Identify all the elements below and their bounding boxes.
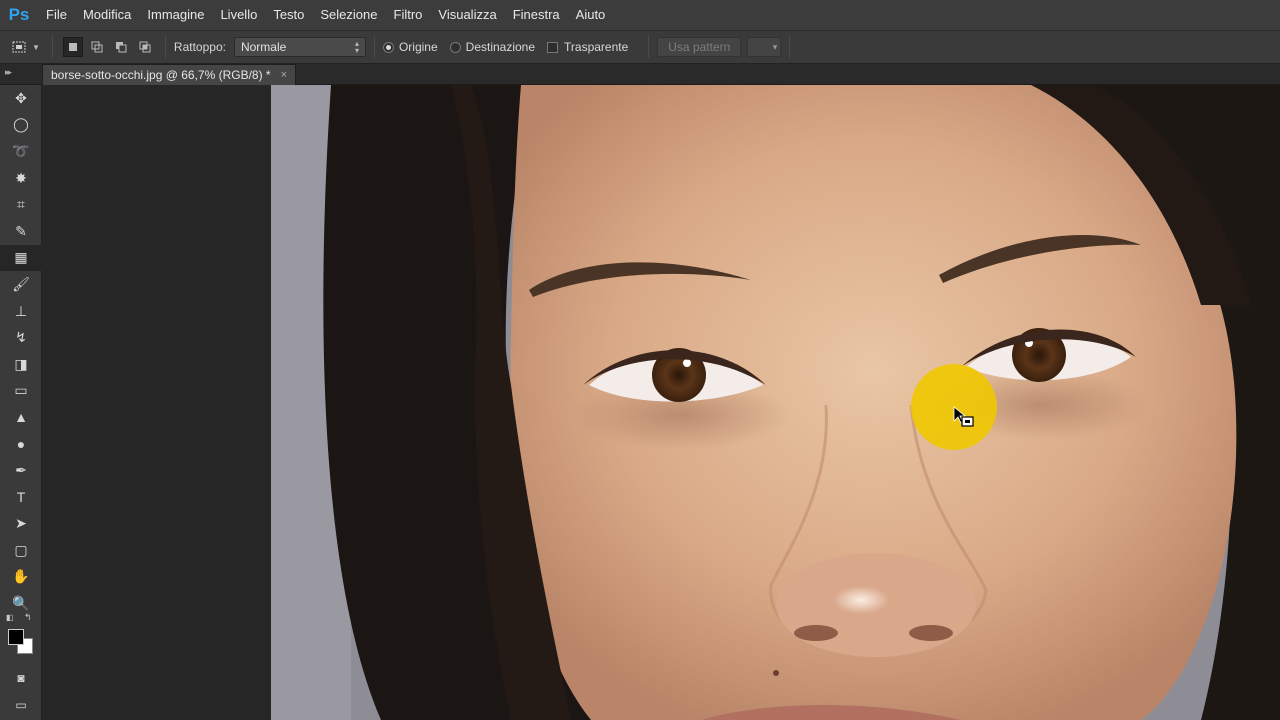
lasso-tool-icon[interactable]: ➰: [0, 138, 42, 165]
transparent-label: Trasparente: [564, 40, 629, 54]
patch-tool-icon[interactable]: ▦: [0, 244, 42, 272]
menu-testo[interactable]: Testo: [265, 0, 312, 30]
hand-tool-icon[interactable]: ✋: [0, 564, 42, 591]
mole: [773, 670, 779, 676]
menu-livello[interactable]: Livello: [212, 0, 265, 30]
subtract-selection-icon: [115, 42, 127, 53]
source-radio[interactable]: Origine: [382, 40, 438, 54]
checkbox-icon: [547, 41, 559, 53]
chevron-down-icon: ▾: [772, 41, 778, 52]
select-arrows-icon: ▴ ▾: [354, 39, 359, 55]
options-bar: ▼ Rattoppo: Normale ▴ ▾ Origine Destinazi…: [0, 30, 1280, 64]
color-swatches: ◧ ↰: [0, 612, 42, 665]
collapse-panel-icon[interactable]: ▸▸: [5, 67, 12, 78]
pen-tool-icon[interactable]: ✒: [0, 457, 42, 484]
clone-stamp-tool-icon[interactable]: ⊥: [0, 298, 42, 325]
portrait-photo: [271, 85, 1280, 720]
radio-on-icon: [382, 41, 394, 53]
photoshop-logo: Ps: [8, 5, 30, 24]
new-selection-button[interactable]: [62, 37, 83, 57]
subtract-from-selection-button[interactable]: [111, 37, 131, 57]
eraser-tool-icon[interactable]: ◨: [0, 351, 42, 378]
menu-file[interactable]: File: [38, 0, 75, 30]
patch-mode-select[interactable]: Normale ▴ ▾: [233, 37, 366, 57]
menu-aiuto[interactable]: Aiuto: [568, 0, 614, 30]
menu-immagine[interactable]: Immagine: [139, 0, 212, 30]
tool-preset-picker[interactable]: [8, 36, 30, 58]
menu-modifica[interactable]: Modifica: [75, 0, 139, 30]
dodge-tool-icon[interactable]: ●: [0, 431, 42, 458]
gradient-tool-icon[interactable]: ▭: [0, 378, 42, 405]
type-tool-icon[interactable]: T: [0, 484, 42, 511]
nostril-right: [909, 625, 953, 641]
tool-list: ✥ ◯ ➰ ✸ ⌗ ✎ ▦ 🖌 ⊥ ↯ ◨ ▭ ▲ ● ✒ T ➤ ▢ ✋ 🔍: [0, 85, 42, 617]
history-brush-tool-icon[interactable]: ↯: [0, 324, 42, 351]
move-tool-icon[interactable]: ✥: [0, 85, 42, 112]
add-to-selection-button[interactable]: [87, 37, 107, 57]
menu-bar: Ps File Modifica Immagine Livello Testo …: [0, 0, 1280, 30]
screen-mode-icon[interactable]: ▭: [0, 691, 42, 718]
nose-highlight: [833, 586, 889, 614]
swap-colors-icon[interactable]: ↰: [24, 612, 32, 623]
chevron-down-icon[interactable]: ▼: [32, 43, 40, 52]
divider: [789, 36, 791, 58]
nostril-left: [794, 625, 838, 641]
transparent-checkbox[interactable]: Trasparente: [547, 40, 628, 54]
divider: [51, 36, 53, 58]
document-tab-bar: ▸▸ borse-sotto-occhi.jpg @ 66,7% (RGB/8)…: [0, 64, 1280, 85]
shape-tool-icon[interactable]: ▢: [0, 537, 42, 564]
document-tab-title: borse-sotto-occhi.jpg @ 66,7% (RGB/8) *: [51, 68, 271, 82]
foreground-color-swatch[interactable]: [8, 628, 24, 645]
menu-selezione[interactable]: Selezione: [312, 0, 385, 30]
collapsed-panel-area: [42, 85, 271, 720]
crop-tool-icon[interactable]: ⌗: [0, 191, 42, 218]
patch-icon: [12, 41, 26, 53]
intersect-selection-button[interactable]: [135, 37, 155, 57]
divider: [373, 36, 375, 58]
elliptical-marquee-tool-icon[interactable]: ◯: [0, 112, 42, 139]
new-selection-icon: [68, 43, 77, 51]
add-selection-icon: [91, 41, 103, 53]
document-canvas[interactable]: [271, 85, 1280, 720]
default-colors-icon[interactable]: ◧: [6, 613, 14, 622]
path-selection-tool-icon[interactable]: ➤: [0, 511, 42, 538]
use-pattern-button[interactable]: Usa pattern: [657, 37, 742, 57]
patch-mode-label: Rattoppo:: [173, 40, 226, 54]
destination-radio[interactable]: Destinazione: [449, 40, 536, 54]
magic-wand-tool-icon[interactable]: ✸: [0, 165, 42, 192]
destination-label: Destinazione: [465, 40, 536, 54]
radio-off-icon: [449, 41, 461, 53]
tools-panel: ✥ ◯ ➰ ✸ ⌗ ✎ ▦ 🖌 ⊥ ↯ ◨ ▭ ▲ ● ✒ T ➤ ▢ ✋ 🔍 ◧ ↰ ◙ ▭: [0, 85, 42, 720]
blur-tool-icon[interactable]: ▲: [0, 404, 42, 431]
quick-mask-icon[interactable]: ◙: [0, 665, 42, 692]
menu-filtro[interactable]: Filtro: [386, 0, 431, 30]
menu-visualizza[interactable]: Visualizza: [430, 0, 504, 30]
document-tab[interactable]: borse-sotto-occhi.jpg @ 66,7% (RGB/8) * …: [42, 64, 297, 85]
brush-tool-icon[interactable]: 🖌: [0, 271, 42, 298]
close-icon[interactable]: ×: [281, 69, 287, 81]
divider: [164, 36, 166, 58]
eye-highlight-left: [683, 359, 691, 367]
eyedropper-tool-icon[interactable]: ✎: [0, 218, 42, 245]
pattern-picker[interactable]: ▾: [747, 37, 782, 57]
menu-finestra[interactable]: Finestra: [505, 0, 568, 30]
divider: [648, 36, 650, 58]
source-label: Origine: [398, 40, 438, 54]
patch-mode-value: Normale: [240, 40, 287, 54]
intersect-selection-icon: [139, 41, 151, 53]
